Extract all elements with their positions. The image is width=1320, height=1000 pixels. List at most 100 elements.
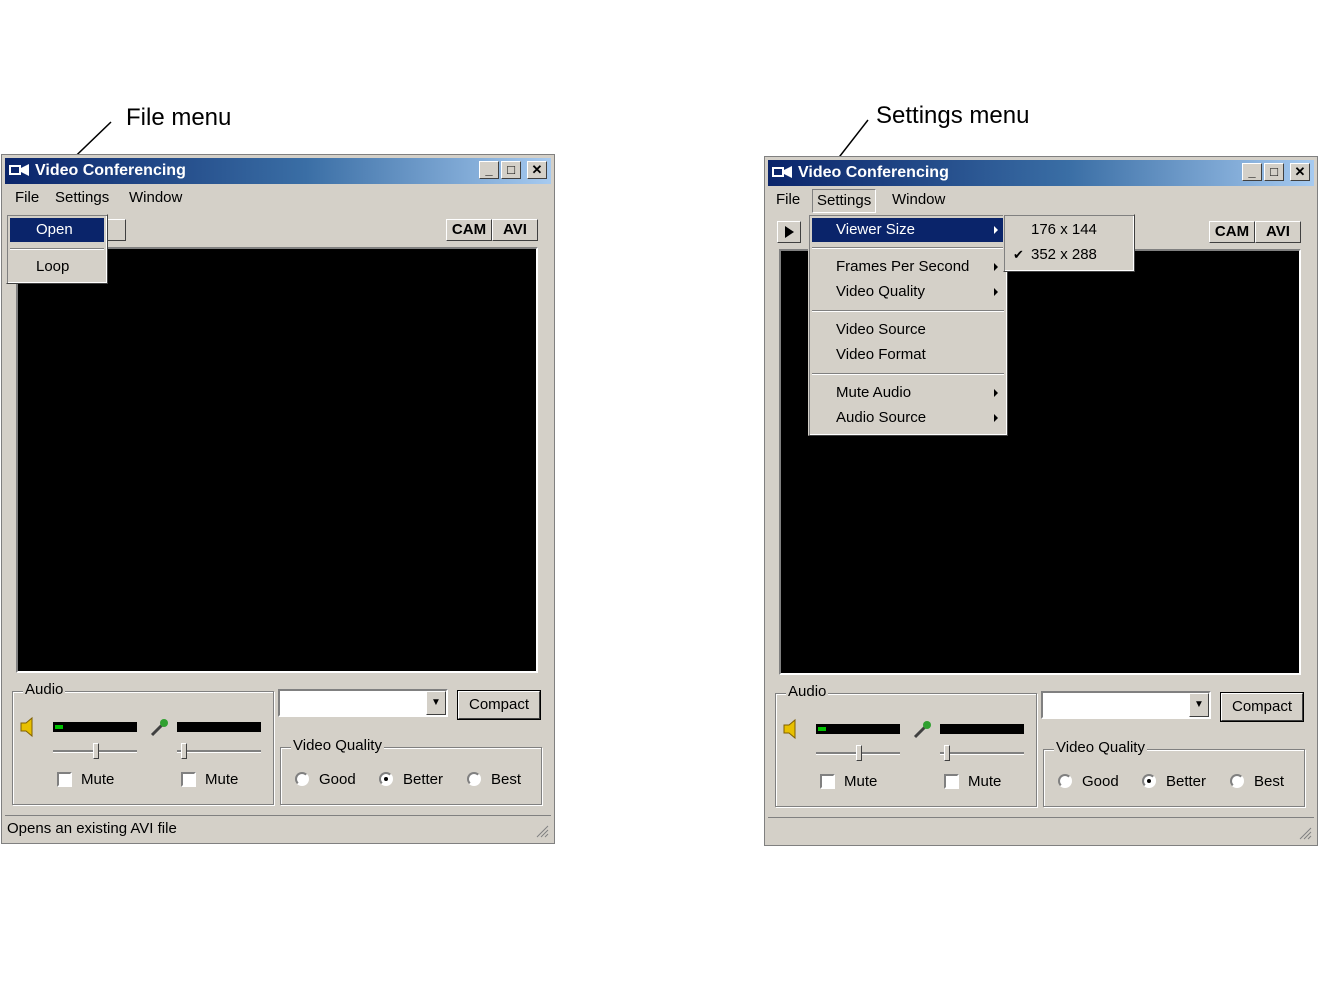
file-menu-callout: File menu xyxy=(126,104,232,131)
close-button[interactable]: ✕ xyxy=(527,161,547,179)
speaker-level-meter xyxy=(53,722,137,732)
quality-good-radio[interactable] xyxy=(295,772,309,786)
settings-menu-callout: Settings menu xyxy=(876,102,1030,129)
maximize-button[interactable]: □ xyxy=(501,161,521,179)
source-combo[interactable]: ▼ xyxy=(1041,691,1211,719)
file-menu-open[interactable]: Open xyxy=(10,218,104,242)
video-quality-label: Video Quality xyxy=(291,737,384,754)
menu-file[interactable]: File xyxy=(772,191,804,208)
menu-bar: File Settings Window xyxy=(768,188,1314,213)
quality-best-radio[interactable] xyxy=(1230,774,1244,788)
video-conferencing-window-file-menu: Video Conferencing _ □ ✕ File Settings W… xyxy=(1,154,555,844)
mic-mute-checkbox[interactable] xyxy=(944,774,959,789)
settings-menu-audio-source[interactable]: Audio Source xyxy=(812,406,1004,430)
menu-settings[interactable]: Settings xyxy=(812,189,877,213)
close-button[interactable]: ✕ xyxy=(1290,163,1310,181)
avi-button[interactable]: AVI xyxy=(1255,221,1301,243)
quality-best-label: Best xyxy=(491,771,522,788)
video-conferencing-window-settings-menu: Video Conferencing _ □ ✕ File Settings W… xyxy=(764,156,1318,846)
submenu-arrow-icon xyxy=(994,226,998,234)
audio-group: Audio Mute Mute xyxy=(775,683,1037,807)
speaker-icon[interactable] xyxy=(782,718,802,740)
mic-level-meter xyxy=(177,722,261,732)
settings-menu-video-quality[interactable]: Video Quality xyxy=(812,280,1004,304)
camera-app-icon xyxy=(9,164,29,176)
viewer-size-submenu: 176 x 144 ✔ 352 x 288 xyxy=(1003,214,1135,272)
minimize-button[interactable]: _ xyxy=(479,161,499,179)
audio-source-label: Audio Source xyxy=(836,409,927,426)
viewer-size-352x288[interactable]: ✔ 352 x 288 xyxy=(1007,243,1131,267)
settings-menu-video-format[interactable]: Video Format xyxy=(812,343,1004,367)
submenu-arrow-icon xyxy=(994,263,998,271)
viewer-size-176x144[interactable]: 176 x 144 xyxy=(1007,218,1131,242)
title-bar[interactable]: Video Conferencing _ □ ✕ xyxy=(5,158,551,184)
quality-best-radio[interactable] xyxy=(467,772,481,786)
mute-audio-label: Mute Audio xyxy=(836,384,912,401)
frames-per-second-label: Frames Per Second xyxy=(836,258,970,275)
audio-group-label: Audio xyxy=(23,681,66,698)
settings-menu-viewer-size[interactable]: Viewer Size xyxy=(812,218,1004,242)
speaker-mute-checkbox[interactable] xyxy=(57,772,72,787)
menu-window[interactable]: Window xyxy=(888,191,949,208)
mic-volume-track xyxy=(177,750,261,753)
title-bar[interactable]: Video Conferencing _ □ ✕ xyxy=(768,160,1314,186)
submenu-arrow-icon xyxy=(994,389,998,397)
mic-mute-checkbox[interactable] xyxy=(181,772,196,787)
audio-group: Audio Mute Mute xyxy=(12,681,274,805)
play-icon xyxy=(785,226,794,238)
quality-better-label: Better xyxy=(403,771,444,788)
speaker-icon[interactable] xyxy=(19,716,39,738)
status-text: Opens an existing AVI file xyxy=(7,820,177,837)
menu-settings[interactable]: Settings xyxy=(51,189,113,206)
camera-app-icon xyxy=(772,166,792,178)
mic-volume-slider[interactable] xyxy=(181,743,187,759)
audio-group-label: Audio xyxy=(786,683,829,700)
microphone-icon[interactable] xyxy=(912,718,934,740)
microphone-icon[interactable] xyxy=(149,716,171,738)
cam-button[interactable]: CAM xyxy=(446,219,492,241)
avi-button[interactable]: AVI xyxy=(492,219,538,241)
quality-best-label: Best xyxy=(1254,773,1285,790)
video-quality-group: Video Quality Good Better Best xyxy=(280,737,542,805)
status-bar: Opens an existing AVI file xyxy=(5,815,551,840)
speaker-volume-slider[interactable] xyxy=(93,743,99,759)
resize-grip-icon[interactable] xyxy=(535,824,549,838)
menu-bar: File Settings Window xyxy=(5,186,551,210)
mic-volume-slider[interactable] xyxy=(944,745,950,761)
mic-mute-label: Mute xyxy=(205,771,239,788)
speaker-level-meter xyxy=(816,724,900,734)
menu-separator xyxy=(10,248,104,250)
settings-menu-frames-per-second[interactable]: Frames Per Second xyxy=(812,255,1004,279)
menu-window[interactable]: Window xyxy=(125,189,186,206)
play-button[interactable] xyxy=(777,221,801,243)
compact-button[interactable]: Compact xyxy=(458,691,540,719)
video-quality-menu-label: Video Quality xyxy=(836,283,925,300)
quality-better-radio[interactable] xyxy=(1142,774,1156,788)
speaker-mute-label: Mute xyxy=(81,771,115,788)
compact-button[interactable]: Compact xyxy=(1221,693,1303,721)
settings-menu-video-source[interactable]: Video Source xyxy=(812,318,1004,342)
settings-menu-dropdown: Viewer Size Frames Per Second Video Qual… xyxy=(808,214,1008,436)
quality-good-radio[interactable] xyxy=(1058,774,1072,788)
speaker-mute-checkbox[interactable] xyxy=(820,774,835,789)
mic-level-meter xyxy=(940,724,1024,734)
minimize-button[interactable]: _ xyxy=(1242,163,1262,181)
quality-better-label: Better xyxy=(1166,773,1207,790)
cam-button[interactable]: CAM xyxy=(1209,221,1255,243)
video-quality-group: Video Quality Good Better Best xyxy=(1043,739,1305,807)
file-menu-dropdown: Open Loop xyxy=(6,214,108,284)
maximize-button[interactable]: □ xyxy=(1264,163,1284,181)
speaker-volume-slider[interactable] xyxy=(856,745,862,761)
submenu-arrow-icon xyxy=(994,288,998,296)
combo-dropdown-button[interactable]: ▼ xyxy=(1189,693,1209,717)
checkmark-icon: ✔ xyxy=(1013,247,1024,262)
submenu-arrow-icon xyxy=(994,414,998,422)
combo-dropdown-button[interactable]: ▼ xyxy=(426,691,446,715)
settings-menu-mute-audio[interactable]: Mute Audio xyxy=(812,381,1004,405)
menu-file[interactable]: File xyxy=(11,189,43,206)
resize-grip-icon[interactable] xyxy=(1298,826,1312,840)
source-combo[interactable]: ▼ xyxy=(278,689,448,717)
quality-better-radio[interactable] xyxy=(379,772,393,786)
speaker-mute-label: Mute xyxy=(844,773,878,790)
file-menu-loop[interactable]: Loop xyxy=(10,255,104,279)
